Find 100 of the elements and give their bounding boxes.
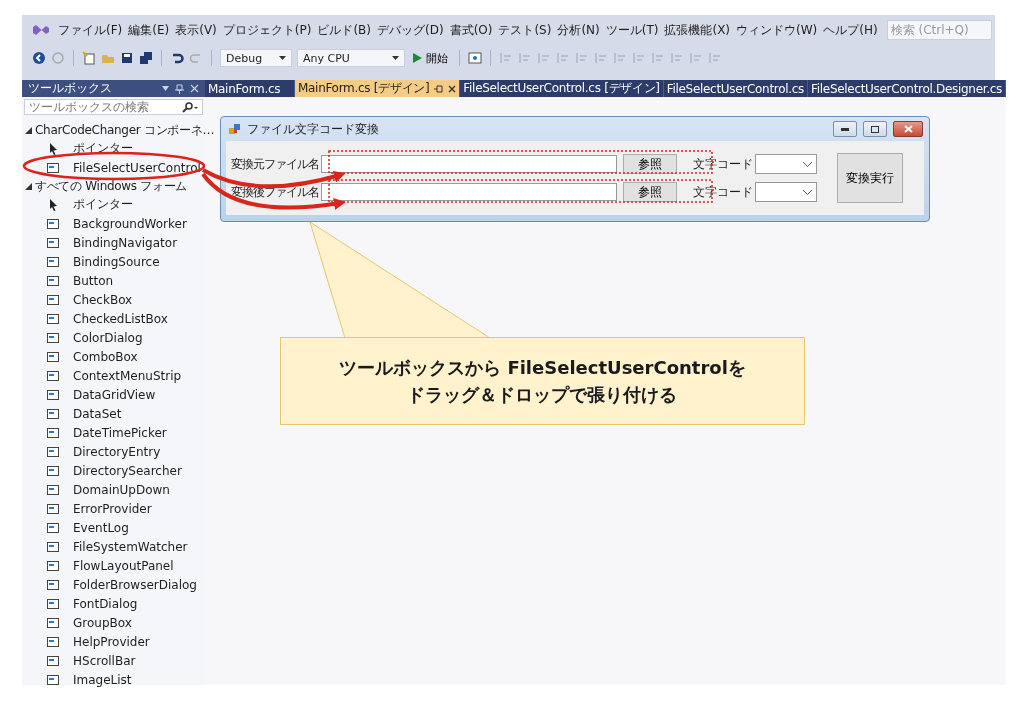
toolbox-item[interactable]: DataSet: [22, 404, 215, 423]
start-button[interactable]: 開始: [410, 50, 451, 66]
save-icon[interactable]: [120, 51, 134, 65]
browse-button[interactable]: 参照: [623, 182, 677, 202]
toolbox-item[interactable]: CheckBox: [22, 290, 215, 309]
caret-icon: [392, 56, 399, 60]
toolbox-item[interactable]: DateTimePicker: [22, 423, 215, 442]
document-tab[interactable]: MainForm.cs [デザイン]: [295, 80, 461, 97]
maximize-icon: [871, 125, 879, 133]
component-icon: [46, 615, 60, 630]
form-title: ファイル文字コード変換: [247, 120, 380, 138]
toolbox-item[interactable]: ColorDialog: [22, 328, 215, 347]
browser-icon[interactable]: [468, 51, 482, 65]
toolbox-search-field[interactable]: ツールボックスの検索: [24, 99, 203, 115]
toolbox-item[interactable]: BackgroundWorker: [22, 214, 215, 233]
expander-icon[interactable]: [25, 182, 32, 190]
pin-icon[interactable]: [434, 84, 444, 93]
configuration-dropdown[interactable]: Debug: [220, 49, 292, 67]
toolbox-item[interactable]: ContextMenuStrip: [22, 366, 215, 385]
close-button[interactable]: [893, 121, 923, 137]
component-icon: [46, 235, 60, 250]
toolbox-item[interactable]: FileSystemWatcher: [22, 537, 215, 556]
chevron-icon: [803, 161, 812, 167]
minimize-button[interactable]: [833, 121, 857, 137]
browse-button[interactable]: 参照: [623, 154, 677, 174]
maximize-button[interactable]: [863, 121, 887, 137]
toolbox-item[interactable]: ComboBox: [22, 347, 215, 366]
redo-icon[interactable]: [189, 51, 203, 65]
file-name-field[interactable]: [321, 183, 617, 201]
convert-button[interactable]: 変換実行: [837, 153, 903, 203]
menu-item[interactable]: ツール(T): [602, 21, 662, 39]
encoding-label: 文字コード: [693, 155, 754, 173]
toolbox-item[interactable]: BindingNavigator: [22, 233, 215, 252]
component-icon: [46, 444, 60, 459]
component-icon: [46, 501, 60, 516]
encoding-dropdown[interactable]: [755, 182, 817, 202]
toolbox-group[interactable]: すべての Windows フォーム: [22, 177, 215, 195]
toolbox-item[interactable]: CheckedListBox: [22, 309, 215, 328]
minimize-icon: [841, 127, 849, 131]
save-all-icon[interactable]: [139, 51, 153, 65]
menu-item[interactable]: 表示(V): [172, 21, 220, 39]
undo-icon[interactable]: [170, 51, 184, 65]
menu-item[interactable]: 拡張機能(X): [661, 21, 734, 39]
close-icon[interactable]: [448, 84, 457, 93]
menu-item[interactable]: ビルド(B): [314, 21, 374, 39]
search-field[interactable]: 検索 (Ctrl+Q): [886, 20, 992, 40]
menu-item[interactable]: ウィンドウ(W): [733, 21, 821, 39]
component-icon: [46, 406, 60, 421]
menu-item[interactable]: デバッグ(D): [374, 21, 447, 39]
toolbox-item[interactable]: HelpProvider: [22, 632, 215, 651]
menu-item[interactable]: 編集(E): [125, 21, 173, 39]
component-icon: [46, 160, 60, 175]
toolbox-item[interactable]: Button: [22, 271, 215, 290]
component-icon: [46, 273, 60, 288]
callout-text: ツールボックスから FileSelectUserControlを ドラッグ＆ドロップで張り付ける: [339, 356, 746, 407]
new-item-icon[interactable]: [82, 51, 96, 65]
toolbox-item[interactable]: ErrorProvider: [22, 499, 215, 518]
menu-item[interactable]: 分析(N): [554, 21, 603, 39]
toolbox-item[interactable]: ImageList: [22, 670, 215, 689]
toolbox-item[interactable]: FileSelectUserControl: [22, 158, 215, 177]
toolbox-group[interactable]: CharCodeChanger コンポーネ…: [22, 121, 215, 139]
search-icon[interactable]: [182, 101, 198, 113]
component-icon: [46, 596, 60, 611]
menu-item[interactable]: ヘルプ(H): [820, 21, 881, 39]
menu-item[interactable]: プロジェクト(P): [219, 21, 315, 39]
component-icon: [46, 558, 60, 573]
toolbox-item[interactable]: GroupBox: [22, 613, 215, 632]
toolbox-item[interactable]: HScrollBar: [22, 651, 215, 670]
toolbox-item[interactable]: DomainUpDown: [22, 480, 215, 499]
component-icon: [46, 368, 60, 383]
play-icon: [413, 53, 422, 63]
dropdown-icon[interactable]: [162, 86, 169, 91]
component-icon: [46, 349, 60, 364]
encoding-dropdown[interactable]: [755, 154, 817, 174]
component-icon: [46, 577, 60, 592]
menu-item[interactable]: テスト(S): [495, 21, 555, 39]
forward-icon[interactable]: [51, 51, 65, 65]
file-name-field[interactable]: [321, 155, 617, 173]
app-logo: [32, 22, 50, 38]
toolbox-item[interactable]: DirectorySearcher: [22, 461, 215, 480]
toolbox-item[interactable]: FlowLayoutPanel: [22, 556, 215, 575]
toolbox-item[interactable]: ポインター: [22, 195, 215, 214]
toolbox-item[interactable]: BindingSource: [22, 252, 215, 271]
toolbox-item[interactable]: DataGridView: [22, 385, 215, 404]
close-icon: [903, 125, 913, 133]
component-icon: [46, 634, 60, 649]
menu-item[interactable]: 書式(O): [446, 21, 496, 39]
toolbox-item[interactable]: EventLog: [22, 518, 215, 537]
toolbox-item[interactable]: FolderBrowserDialog: [22, 575, 215, 594]
back-icon[interactable]: [32, 51, 46, 65]
component-icon: [46, 463, 60, 478]
panel-title: ツールボックス: [28, 80, 112, 97]
component-icon: [46, 254, 60, 269]
toolbox-item[interactable]: DirectoryEntry: [22, 442, 215, 461]
toolbox-item[interactable]: FontDialog: [22, 594, 215, 613]
expander-icon[interactable]: [25, 126, 32, 134]
encoding-label: 文字コード: [693, 183, 754, 201]
platform-dropdown[interactable]: Any CPU: [297, 49, 405, 67]
component-icon: [46, 387, 60, 402]
menu-item[interactable]: ファイル(F): [55, 21, 126, 39]
